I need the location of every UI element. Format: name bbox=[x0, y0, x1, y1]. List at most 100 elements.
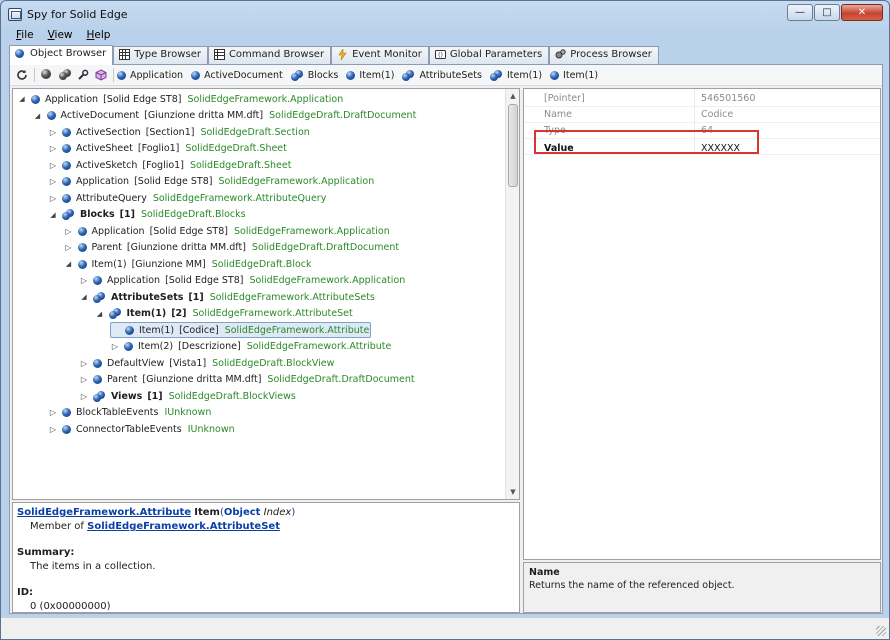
tree-node[interactable]: ▷ AttributeQuery SolidEdgeFramework.Attrib… bbox=[48, 190, 326, 206]
tree-node[interactable]: ▷ ConnectorTableEvents IUnknown bbox=[48, 421, 235, 437]
tree-node[interactable]: ▷ ActiveSketch [Foglio1] SolidEdgeDraft.She… bbox=[48, 157, 292, 173]
breadcrumb-item[interactable]: Application bbox=[117, 70, 183, 81]
property-value: 546501560 bbox=[701, 92, 756, 104]
title-bar[interactable]: Spy for Solid Edge — □ ✕ bbox=[1, 1, 889, 27]
tree-node[interactable]: ◢ Item(1) [Giunzione MM] SolidEdgeDraft.Blo… bbox=[64, 256, 312, 272]
node-type: SolidEdgeFramework.Application bbox=[187, 93, 344, 105]
member-of-link[interactable]: SolidEdgeFramework.AttributeSet bbox=[87, 521, 280, 532]
collapsed-arrow-icon[interactable]: ▷ bbox=[48, 190, 58, 206]
tree-node[interactable]: ▷ DefaultView [Vista1] SolidEdgeDraft.Block… bbox=[79, 355, 335, 371]
breadcrumb-item[interactable]: Item(1) bbox=[346, 70, 394, 81]
tree-node[interactable]: Item(1) [Codice] SolidEdgeFramework.Attrib… bbox=[110, 322, 372, 338]
node-type: SolidEdgeDraft.DraftDocument bbox=[269, 110, 417, 121]
breadcrumb-label: Item(1) bbox=[563, 69, 599, 81]
tree-node[interactable]: ▷ Application [Solid Edge ST8] SolidEdgeFra… bbox=[48, 174, 374, 190]
tab-command-browser[interactable]: Command Browser bbox=[207, 46, 332, 65]
collapsed-arrow-icon[interactable]: ▷ bbox=[79, 372, 89, 388]
object-icon bbox=[77, 259, 87, 269]
tree-node[interactable]: ◢ Item(1) [2] SolidEdgeFramework.AttributeS… bbox=[95, 306, 353, 322]
resize-grip-icon[interactable] bbox=[876, 626, 886, 636]
scroll-down-icon[interactable]: ▼ bbox=[506, 485, 519, 499]
property-value: Codice bbox=[701, 108, 734, 120]
node-detail: [Solid Edge ST8] bbox=[149, 225, 228, 237]
expanded-arrow-icon[interactable]: ◢ bbox=[64, 256, 74, 272]
collapsed-arrow-icon[interactable]: ▷ bbox=[48, 157, 58, 173]
refresh-icon[interactable] bbox=[16, 69, 28, 81]
tree-node[interactable]: ◢ Blocks [1] SolidEdgeDraft.Blocks bbox=[48, 207, 246, 223]
collapsed-arrow-icon[interactable]: ▷ bbox=[48, 405, 58, 421]
breadcrumb-item[interactable]: Item(1) bbox=[489, 69, 542, 81]
tree-node[interactable]: ◢ ActiveDocument [Giunzione dritta MM.dft]… bbox=[33, 108, 417, 124]
breadcrumb-item[interactable]: Item(1) bbox=[550, 70, 598, 81]
menu-file[interactable]: File bbox=[9, 27, 41, 45]
collapsed-arrow-icon[interactable]: ▷ bbox=[79, 388, 89, 404]
expanded-arrow-icon[interactable]: ◢ bbox=[33, 108, 43, 124]
object-filter-icon[interactable] bbox=[41, 69, 53, 81]
tab-process-browser[interactable]: Process Browser bbox=[549, 46, 659, 65]
node-name: Item(1) bbox=[126, 308, 167, 319]
tab-label: Type Browser bbox=[134, 49, 201, 60]
collapsed-arrow-icon[interactable]: ▷ bbox=[110, 339, 120, 355]
maximize-button[interactable]: □ bbox=[814, 4, 840, 21]
paren-close: ) bbox=[291, 507, 296, 518]
node-detail: [Giunzione dritta MM.dft] bbox=[126, 242, 246, 253]
collection-icon bbox=[62, 209, 75, 220]
tab-event-monitor[interactable]: Event Monitor bbox=[331, 46, 429, 65]
property-grid[interactable]: [Pointer] 546501560 Name Codice Type 64 Value X… bbox=[523, 88, 881, 560]
collapsed-arrow-icon[interactable]: ▷ bbox=[64, 240, 74, 256]
minimize-button[interactable]: — bbox=[787, 4, 813, 21]
tree-node[interactable]: ◢ AttributeSets [1] SolidEdgeFramework.Attr… bbox=[79, 289, 375, 305]
window-controls: — □ ✕ bbox=[786, 4, 883, 22]
menu-help[interactable]: Help bbox=[80, 27, 118, 45]
node-detail: [1] bbox=[188, 291, 204, 303]
scrollbar-thumb[interactable] bbox=[508, 104, 518, 187]
expanded-arrow-icon[interactable]: ◢ bbox=[95, 306, 105, 322]
collapsed-arrow-icon[interactable]: ▷ bbox=[48, 421, 58, 437]
expanded-arrow-icon[interactable]: ◢ bbox=[17, 91, 27, 107]
tree-node[interactable]: ▷ Application [Solid Edge ST8] SolidEdgeFra… bbox=[64, 223, 389, 239]
tree-node[interactable]: ◢ Application [Solid Edge ST8] SolidEdgeFra… bbox=[17, 91, 343, 107]
tree-scrollbar[interactable]: ▲ ▼ bbox=[505, 89, 519, 499]
collection-filter-icon[interactable] bbox=[59, 69, 71, 81]
tab-global-parameters[interactable]: () Global Parameters bbox=[428, 46, 550, 65]
menu-label-rest: elp bbox=[94, 29, 111, 41]
close-button[interactable]: ✕ bbox=[841, 4, 883, 21]
tree-node[interactable]: ▷ ActiveSection [Section1] SolidEdgeDraft.S… bbox=[48, 124, 310, 140]
expanded-arrow-icon[interactable]: ◢ bbox=[79, 289, 89, 305]
collapsed-arrow-icon[interactable]: ▷ bbox=[64, 223, 74, 239]
collapsed-arrow-icon[interactable]: ▷ bbox=[79, 355, 89, 371]
wrench-icon[interactable] bbox=[77, 69, 89, 81]
tree-node[interactable]: ▷ Views [1] SolidEdgeDraft.BlockViews bbox=[79, 388, 296, 404]
expanded-arrow-icon[interactable]: ◢ bbox=[48, 207, 58, 223]
tree-node[interactable]: ▷ Item(2) [Descrizione] SolidEdgeFramework.… bbox=[110, 339, 391, 355]
tree-node[interactable]: ▷ ActiveSheet [Foglio1] SolidEdgeDraft.Shee… bbox=[48, 141, 287, 157]
property-description: Name Returns the name of the referenced … bbox=[523, 562, 881, 613]
object-icon bbox=[62, 144, 71, 153]
tab-type-browser[interactable]: Type Browser bbox=[113, 46, 208, 65]
cube-icon[interactable] bbox=[95, 69, 107, 81]
breadcrumb: Application ActiveDocument Blocks Item(1) At… bbox=[117, 69, 606, 81]
tree-node[interactable]: ▷ Application [Solid Edge ST8] SolidEdgeFra… bbox=[79, 273, 405, 289]
type-link[interactable]: SolidEdgeFramework.Attribute bbox=[17, 507, 191, 518]
member-of-line: Member of SolidEdgeFramework.AttributeSe… bbox=[17, 520, 515, 534]
collapsed-arrow-icon[interactable]: ▷ bbox=[79, 273, 89, 289]
minimize-icon: — bbox=[795, 6, 805, 18]
breadcrumb-item[interactable]: AttributeSets bbox=[402, 69, 482, 81]
menu-view[interactable]: View bbox=[41, 27, 80, 45]
description-title: Name bbox=[529, 567, 560, 578]
scroll-up-icon[interactable]: ▲ bbox=[506, 89, 519, 103]
object-tree[interactable]: ◢ Application [Solid Edge ST8] SolidEdgeFra… bbox=[12, 88, 520, 500]
collapsed-arrow-icon[interactable]: ▷ bbox=[48, 124, 58, 140]
tree-node[interactable]: ▷ BlockTableEvents IUnknown bbox=[48, 405, 211, 421]
tab-object-browser[interactable]: Object Browser bbox=[9, 45, 114, 65]
collection-icon bbox=[489, 69, 503, 81]
breadcrumb-item[interactable]: ActiveDocument bbox=[191, 70, 283, 81]
collapsed-arrow-icon[interactable]: ▷ bbox=[48, 174, 58, 190]
collapsed-arrow-icon[interactable]: ▷ bbox=[48, 141, 58, 157]
collection-icon bbox=[290, 69, 304, 81]
property-row[interactable]: [Pointer] 546501560 bbox=[524, 90, 880, 106]
tree-node[interactable]: ▷ Parent [Giunzione dritta MM.dft] SolidEdg… bbox=[64, 240, 399, 256]
tree-node[interactable]: ▷ Parent [Giunzione dritta MM.dft] SolidEdg… bbox=[79, 372, 415, 388]
breadcrumb-item[interactable]: Blocks bbox=[290, 69, 338, 81]
property-row[interactable]: Name Codice bbox=[524, 106, 880, 122]
